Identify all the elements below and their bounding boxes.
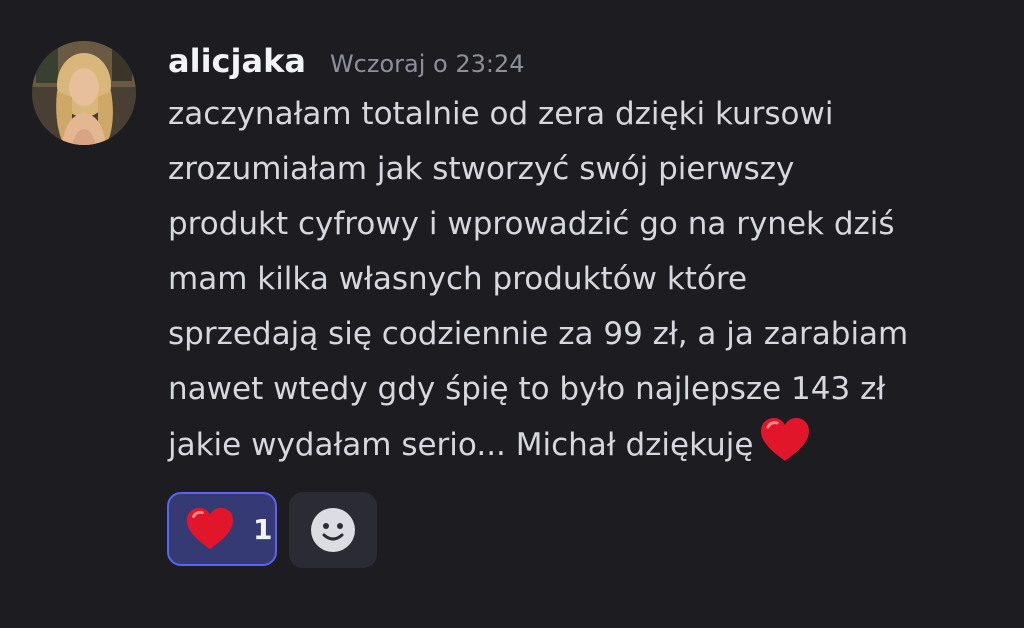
red-heart-emoji-icon <box>186 507 234 550</box>
message-line: mam kilka własnych produktów które <box>168 261 748 297</box>
message-line: nawet wtedy gdy śpię to było najlepsze 1… <box>168 371 886 407</box>
message-header: alicjaka Wczoraj o 23:24 <box>168 36 525 86</box>
message-line: sprzedają się codziennie za 99 zł, a ja … <box>168 316 909 352</box>
message-body: zaczynałam totalnie od zera dzięki kurso… <box>168 87 1008 472</box>
reaction-count: 1 <box>253 512 273 546</box>
user-avatar-photo <box>32 41 136 145</box>
username[interactable]: alicjaka <box>168 36 306 86</box>
message-timestamp[interactable]: Wczoraj o 23:24 <box>330 50 525 78</box>
user-avatar[interactable] <box>32 41 136 145</box>
red-heart-emoji-icon <box>761 418 810 461</box>
message-line: produkt cyfrowy i wprowadzić go na rynek… <box>168 206 895 242</box>
message-line: zrozumiałam jak stworzyć swój pierwszy <box>168 151 795 187</box>
smiley-face-icon <box>311 508 355 552</box>
message-line: zaczynałam totalnie od zera dzięki kurso… <box>168 96 834 132</box>
chat-message: alicjaka Wczoraj o 23:24 zaczynałam tota… <box>0 0 1024 628</box>
message-line: jakie wydałam serio... Michał dziękuję <box>168 427 754 463</box>
add-reaction-button[interactable] <box>289 492 377 568</box>
reactions-bar: 1 <box>167 492 377 568</box>
message-last-line: jakie wydałam serio... Michał dziękuję <box>168 417 1008 472</box>
reaction-heart-button[interactable]: 1 <box>167 492 277 566</box>
